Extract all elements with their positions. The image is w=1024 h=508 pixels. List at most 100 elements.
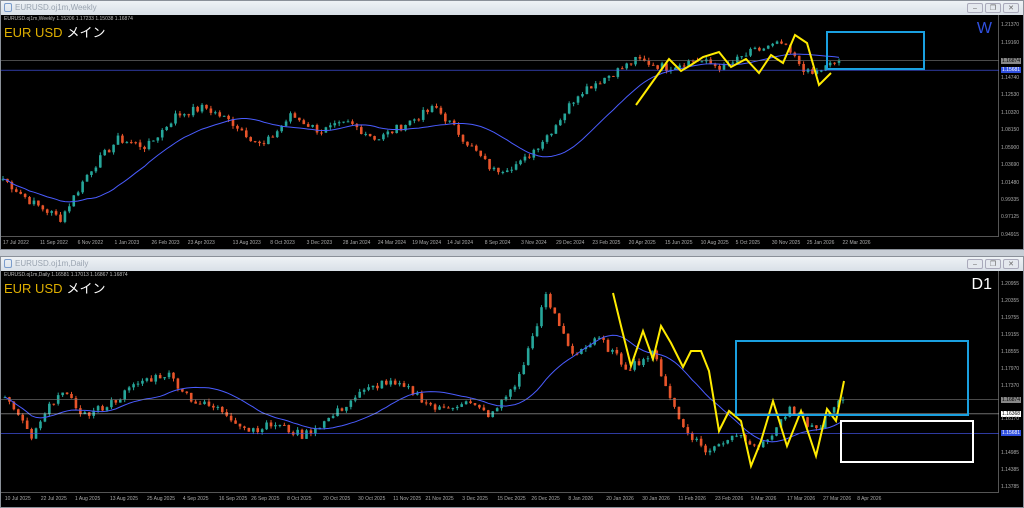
time-tick-label: 23 Feb 2025	[592, 240, 621, 246]
time-tick-label: 1 Aug 2025	[74, 496, 101, 502]
candle-body	[247, 427, 251, 432]
close-button[interactable]: ✕	[1003, 3, 1019, 13]
candle-body	[25, 420, 29, 430]
candle-body	[474, 145, 478, 151]
candle-body	[598, 83, 602, 85]
title-bar[interactable]: EURUSD.oj1m,Weekly – ❐ ✕	[1, 1, 1023, 15]
time-tick-label: 25 Jan 2026	[806, 240, 835, 246]
minimize-button[interactable]: –	[967, 259, 983, 269]
candle-body	[306, 124, 310, 127]
candle-body	[207, 401, 211, 406]
candle-body	[222, 115, 226, 117]
time-tick-label: 20 Oct 2025	[323, 496, 351, 502]
candle-body	[430, 106, 434, 112]
timeframe-label: W	[976, 20, 992, 37]
time-tick-label: 20 Jan 2026	[606, 496, 634, 502]
time-tick-label: 11 Feb 2026	[678, 496, 706, 502]
price-axis[interactable]: 1.21370 1.19160 1.16874 1.15681 1.14740 1.125…	[999, 15, 1024, 238]
candle-body	[23, 193, 27, 197]
candle-body	[359, 127, 363, 134]
time-axis[interactable]: 17 Jul 2022 11 Sep 2022 6 Nov 2022 1 Jan 20…	[1, 237, 999, 249]
candle-body	[708, 450, 712, 453]
price-axis[interactable]: 1.20955 1.20355 1.19755 1.19155 1.18555 1.179…	[999, 271, 1024, 493]
restore-button[interactable]: ❐	[985, 259, 1001, 269]
time-tick-label: 5 Oct 2025	[735, 240, 761, 246]
time-tick-label: 8 Oct 2023	[270, 240, 295, 246]
time-tick-label: 19 May 2024	[412, 240, 442, 246]
candle-body	[342, 121, 345, 123]
candle-body	[377, 139, 381, 141]
candle-body	[37, 200, 40, 206]
candle-body	[402, 383, 406, 387]
candle-body	[236, 125, 239, 129]
candle-body	[327, 417, 330, 422]
candle-body	[39, 421, 42, 429]
time-tick-label: 30 Jan 2026	[642, 496, 670, 502]
candle-body	[771, 43, 774, 46]
candle-body	[704, 445, 707, 453]
time-tick-label: 1 Jan 2023	[114, 240, 140, 246]
candle-body	[70, 393, 73, 399]
close-button[interactable]: ✕	[1003, 259, 1019, 269]
candle-body	[336, 408, 339, 417]
price-tick-label: 1.14740	[1001, 74, 1020, 81]
candle-body	[395, 124, 398, 134]
candle-body	[283, 424, 286, 426]
candle-body	[492, 167, 496, 170]
minimize-button[interactable]: –	[967, 3, 983, 13]
candle-body	[483, 155, 487, 159]
candle-body	[284, 121, 288, 126]
candle-body	[509, 389, 512, 397]
candle-body	[424, 402, 428, 404]
title-bar[interactable]: EURUSD.oj1m,Daily – ❐ ✕	[1, 257, 1023, 271]
candle-body	[523, 156, 527, 161]
candle-body	[203, 401, 206, 405]
candle-body	[262, 143, 266, 145]
candle-body	[65, 392, 69, 394]
price-chart[interactable]: EURUSD.oj1m,Weekly 1.15206 1.17233 1.150…	[1, 15, 999, 237]
candle-body	[606, 339, 610, 352]
candle-body	[134, 142, 137, 144]
candle-body	[145, 378, 149, 381]
time-tick-label: 13 Aug 2025	[110, 496, 139, 502]
candle-body	[205, 104, 208, 109]
weekly-chart-window: EURUSD.oj1m,Weekly – ❐ ✕ EURUSD.oj1m,Wee…	[0, 0, 1024, 250]
candle-body	[607, 75, 611, 78]
candle-body	[417, 119, 421, 121]
price-tick-label: 1.10320	[1001, 109, 1020, 116]
price-tick-label: 1.19755	[1001, 314, 1020, 321]
candle-body	[571, 345, 574, 354]
price-tick-label: 1.21370	[1001, 22, 1020, 28]
candle-body	[643, 58, 646, 61]
price-tick-label: 1.19155	[1001, 331, 1020, 338]
candle-body	[174, 113, 177, 124]
candle-body	[287, 425, 291, 433]
candle-body	[114, 400, 118, 403]
candle-body	[125, 142, 129, 144]
candle-body	[559, 120, 562, 126]
candle-body	[628, 369, 632, 371]
candle-body	[510, 169, 513, 171]
candle-body	[762, 48, 766, 51]
candle-body	[218, 112, 222, 117]
time-tick-label: 22 Jul 2025	[40, 496, 67, 502]
candle-body	[576, 96, 580, 103]
candle-body	[340, 408, 344, 411]
time-axis[interactable]: 10 Jul 2025 22 Jul 2025 1 Aug 2025 13 Aug 2…	[1, 493, 999, 505]
candle-body	[620, 68, 624, 70]
price-tick-label: 1.12530	[1001, 92, 1020, 99]
time-tick-label: 17 Jul 2022	[3, 240, 29, 246]
candle-body	[535, 326, 539, 337]
candle-body	[322, 421, 326, 428]
price-chart[interactable]: EURUSD.oj1m,Daily 1.16581 1.17013 1.1686…	[1, 271, 999, 493]
candle-body	[753, 444, 756, 446]
time-tick-label: 11 Sep 2022	[39, 240, 68, 246]
candle-body	[136, 383, 140, 385]
candle-body	[132, 384, 135, 388]
candle-body	[278, 424, 282, 426]
candle-body	[557, 313, 561, 326]
restore-button[interactable]: ❐	[985, 3, 1001, 13]
candle-body	[50, 211, 53, 213]
candle-body	[267, 136, 270, 145]
candle-body	[491, 411, 495, 418]
